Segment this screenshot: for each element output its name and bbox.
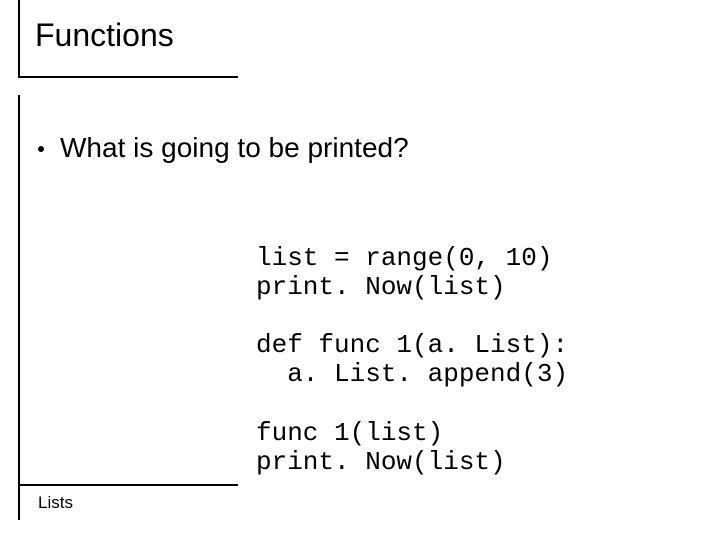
slide: Functions What is going to be printed? l… — [0, 0, 720, 540]
footer-box: Lists — [18, 484, 238, 520]
bullet-row: What is going to be printed? — [38, 132, 409, 164]
bullet-text: What is going to be printed? — [60, 132, 409, 164]
bullet-icon — [38, 146, 44, 152]
footer-label: Lists — [38, 493, 73, 513]
title-box: Functions — [18, 0, 238, 78]
left-rail — [18, 95, 20, 485]
code-block: list = range(0, 10) print. Now(list) def… — [256, 244, 568, 477]
slide-title: Functions — [35, 17, 174, 54]
